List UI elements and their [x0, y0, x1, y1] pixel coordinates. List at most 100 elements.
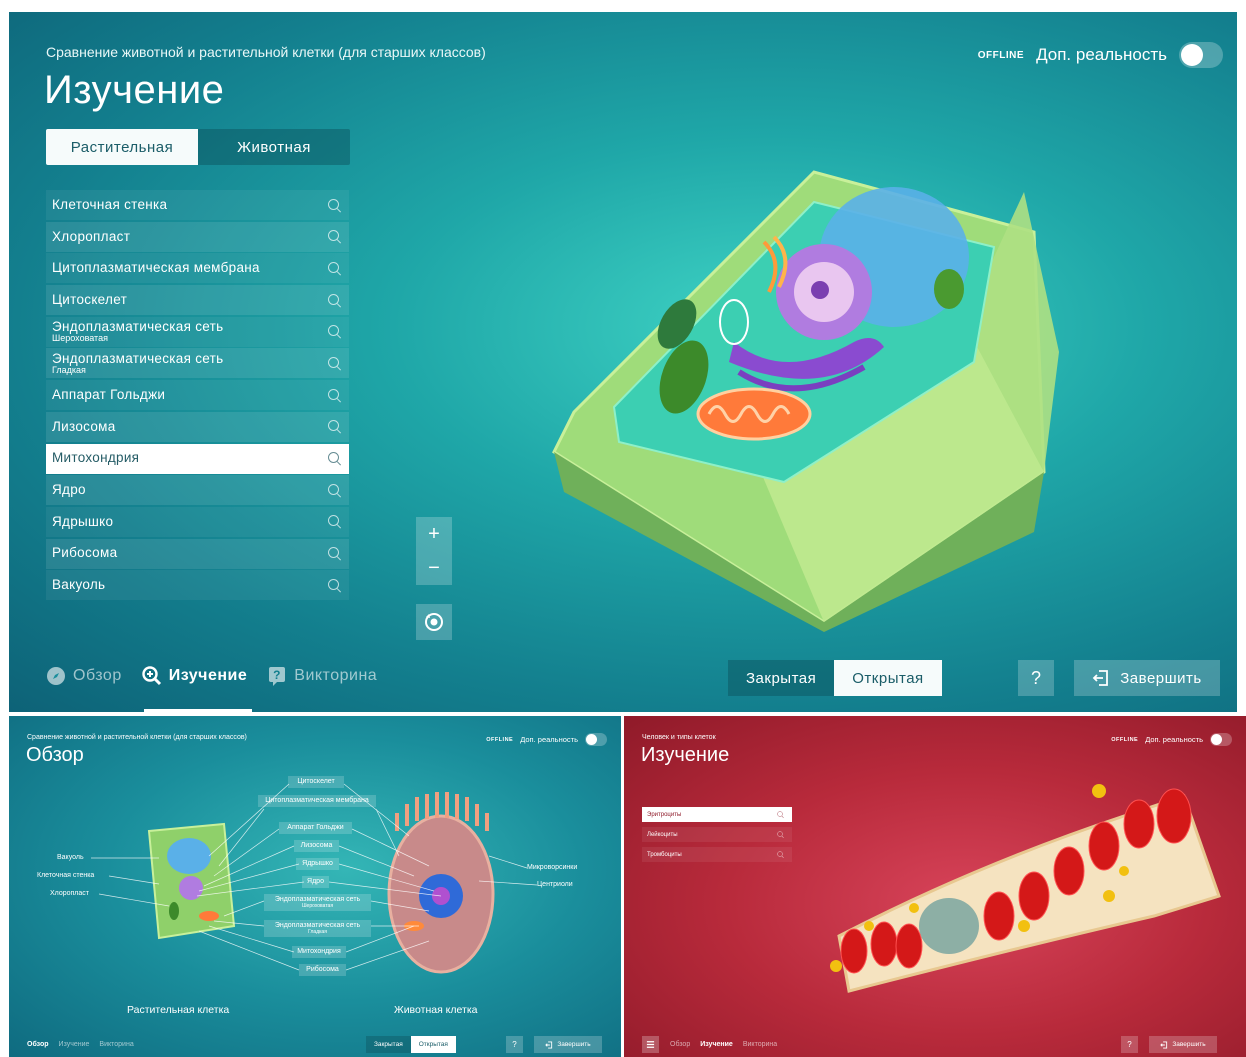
- search-icon[interactable]: [328, 356, 341, 370]
- help-button[interactable]: ?: [506, 1036, 523, 1053]
- label-golgi[interactable]: Аппарат Гольджи: [279, 822, 352, 834]
- mode-nav: Обзор Изучение Викторина: [670, 1041, 777, 1048]
- closed-view-button[interactable]: Закрытая: [728, 660, 835, 696]
- search-icon[interactable]: [777, 831, 784, 838]
- list-item-selected[interactable]: Митохондрия: [46, 443, 349, 474]
- search-icon[interactable]: [777, 851, 784, 858]
- item-main-label: Эндоплазматическая сеть: [52, 350, 224, 366]
- label-ribosome[interactable]: Рибосома: [299, 964, 346, 976]
- list-item[interactable]: Ядро: [46, 475, 349, 506]
- list-item[interactable]: Тромбоциты: [642, 847, 792, 862]
- label-sub: Гладкая: [308, 928, 327, 935]
- finish-button[interactable]: Завершить: [534, 1036, 602, 1053]
- help-button[interactable]: ?: [1121, 1036, 1138, 1053]
- list-item[interactable]: Эндоплазматическая сеть Гладкая: [46, 348, 349, 379]
- label-microvilli[interactable]: Микроворсинки: [527, 864, 577, 871]
- list-item[interactable]: Рибосома: [46, 538, 349, 569]
- list-item[interactable]: Вакуоль: [46, 570, 349, 601]
- list-item[interactable]: Лизосома: [46, 411, 349, 442]
- search-icon[interactable]: [328, 578, 341, 592]
- label-rough-er[interactable]: Эндоплазматическая сеть Шероховатая: [264, 894, 371, 912]
- label-mitochondrion[interactable]: Митохондрия: [292, 946, 346, 958]
- search-icon[interactable]: [328, 325, 341, 338]
- nav-overview[interactable]: Обзор: [46, 666, 122, 686]
- open-view-button[interactable]: Открытая: [834, 660, 942, 696]
- label-smooth-er[interactable]: Эндоплазматическая сеть Гладкая: [264, 920, 371, 938]
- zoom-in-button[interactable]: +: [416, 517, 452, 551]
- search-icon[interactable]: [328, 293, 341, 307]
- rotate-camera-icon: [425, 613, 443, 631]
- nav-quiz[interactable]: Викторина: [99, 1041, 133, 1048]
- mitochondrion: [696, 387, 812, 441]
- blood-vessel-3d-model[interactable]: [824, 776, 1234, 1006]
- label-chloroplast[interactable]: Хлоропласт: [50, 890, 89, 897]
- search-icon[interactable]: [328, 547, 341, 560]
- nav-overview[interactable]: Обзор: [27, 1041, 49, 1048]
- list-item[interactable]: Цитоплазматическая мембрана: [46, 253, 349, 284]
- nav-overview[interactable]: Обзор: [670, 1041, 690, 1048]
- nav-quiz-label: Викторина: [294, 667, 378, 684]
- search-icon[interactable]: [328, 483, 341, 497]
- item-sub-label: Гладкая: [52, 364, 86, 375]
- label-cell-wall[interactable]: Клеточная стенка: [37, 872, 94, 879]
- tab-animal[interactable]: Животная: [198, 129, 350, 165]
- zoom-out-button[interactable]: −: [416, 551, 452, 585]
- nav-study[interactable]: Изучение: [59, 1041, 90, 1048]
- search-icon[interactable]: [328, 515, 341, 528]
- label-nucleus[interactable]: Ядро: [302, 876, 329, 888]
- search-icon[interactable]: [328, 198, 341, 212]
- list-item[interactable]: Цитоскелет: [46, 285, 349, 316]
- list-item[interactable]: Ядрышко: [46, 506, 349, 537]
- list-item-selected[interactable]: Эритроциты: [642, 807, 792, 822]
- plant-chloroplast: [169, 902, 179, 920]
- list-item[interactable]: Аппарат Гольджи: [46, 380, 349, 411]
- item-label: Клеточная стенка: [52, 196, 168, 212]
- plant-cell-3d-model[interactable]: [524, 152, 1064, 632]
- quiz-icon: ?: [269, 667, 286, 686]
- nav-quiz[interactable]: Викторина: [743, 1041, 777, 1048]
- blood-cells-screen: Человек и типы клеток Изучение OFFLINE Д…: [624, 716, 1246, 1057]
- item-label: Ядрышко: [52, 513, 114, 529]
- closed-view-button[interactable]: Закрытая: [366, 1036, 411, 1053]
- search-icon[interactable]: [777, 811, 784, 818]
- list-item[interactable]: Лейкоциты: [642, 827, 792, 842]
- reset-view-button[interactable]: [416, 604, 452, 640]
- open-view-button[interactable]: Открытая: [410, 1036, 456, 1053]
- item-label: Ядро: [52, 482, 86, 498]
- list-item[interactable]: Клеточная стенка: [46, 190, 349, 220]
- search-icon[interactable]: [328, 388, 341, 402]
- nav-study[interactable]: Изучение: [700, 1041, 733, 1048]
- list-item[interactable]: Хлоропласт: [46, 221, 349, 252]
- search-icon[interactable]: [328, 230, 341, 243]
- label-lysosome[interactable]: Лизосома: [294, 840, 339, 852]
- ar-label: Доп. реальность: [1145, 735, 1203, 744]
- list-item[interactable]: Эндоплазматическая сеть Шероховатая: [46, 316, 349, 347]
- tab-plant[interactable]: Растительная: [46, 129, 198, 165]
- chloroplast: [934, 269, 964, 309]
- finish-button[interactable]: Завершить: [1149, 1036, 1217, 1053]
- label-nucleolus[interactable]: Ядрышко: [296, 858, 339, 870]
- ar-toggle[interactable]: [1179, 42, 1223, 68]
- search-icon[interactable]: [328, 261, 341, 275]
- label-centrioles[interactable]: Центриоли: [537, 881, 573, 888]
- item-label: Рибосома: [52, 545, 118, 561]
- nav-overview-label: Обзор: [73, 667, 122, 684]
- search-icon[interactable]: [328, 420, 341, 433]
- label-vacuole[interactable]: Вакуоль: [57, 854, 84, 861]
- leukocyte: [919, 898, 979, 954]
- item-label: Хлоропласт: [52, 228, 131, 244]
- ar-toggle[interactable]: [1210, 733, 1232, 746]
- nav-quiz[interactable]: ? Викторина: [267, 666, 377, 686]
- nav-study[interactable]: Изучение: [142, 666, 248, 686]
- finish-button[interactable]: Завершить: [1074, 660, 1220, 696]
- lesson-subtitle: Человек и типы клеток: [642, 734, 716, 741]
- plant-nucleus: [179, 876, 203, 900]
- menu-button[interactable]: [642, 1036, 659, 1053]
- label-cytoskeleton[interactable]: Цитоскелет: [288, 776, 344, 788]
- label-membrane[interactable]: Цитоплазматическая мембрана: [258, 795, 376, 807]
- help-button[interactable]: ?: [1018, 660, 1054, 696]
- finish-label: Завершить: [1172, 1041, 1206, 1048]
- search-icon[interactable]: [328, 452, 341, 465]
- item-label: Лизосома: [52, 418, 116, 434]
- nav-study-label: Изучение: [168, 667, 248, 684]
